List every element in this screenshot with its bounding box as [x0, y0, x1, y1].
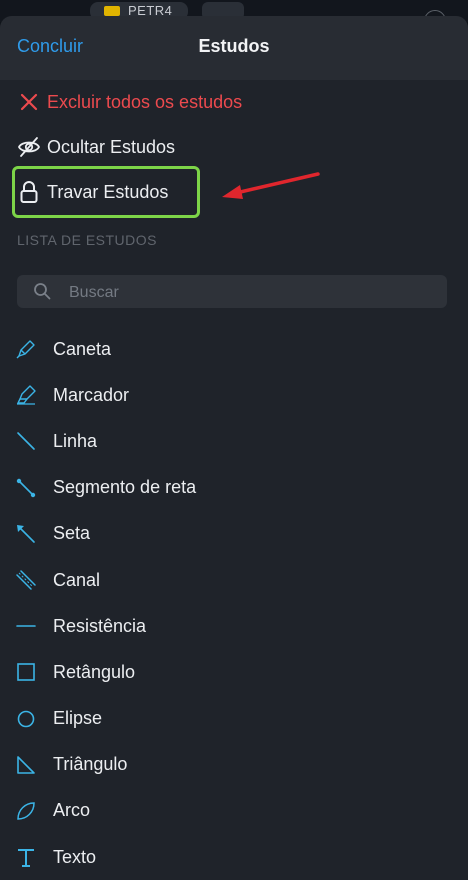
sheet-header: Concluir Estudos: [0, 16, 468, 80]
segment-icon: [16, 478, 36, 497]
tool-label: Marcador: [53, 384, 130, 405]
search-bar[interactable]: [17, 275, 447, 310]
triangle-icon: [17, 755, 35, 774]
studies-list-heading: LISTA DE ESTUDOS: [17, 232, 157, 248]
tool-label: Texto: [53, 846, 97, 867]
marker-icon: [16, 385, 36, 405]
tool-arrow[interactable]: Seta: [0, 511, 468, 557]
tool-channel[interactable]: Canal: [0, 557, 468, 603]
tool-label: Resistência: [53, 615, 147, 636]
text-icon: [18, 849, 34, 868]
pen-icon: [16, 340, 35, 359]
tool-label: Caneta: [53, 338, 112, 359]
delete-all-studies-label: Excluir todos os estudos: [47, 91, 243, 112]
hide-studies-button[interactable]: Ocultar Estudos: [17, 131, 175, 163]
ellipse-icon: [17, 710, 35, 727]
eye-off-icon: [17, 135, 41, 159]
highlight-annotation: [12, 166, 200, 218]
tool-arc[interactable]: Arco: [0, 788, 468, 834]
delete-all-studies-button[interactable]: Excluir todos os estudos: [17, 86, 242, 118]
arrow-icon: [17, 524, 35, 543]
arc-icon: [17, 802, 35, 820]
rectangle-icon: [17, 663, 35, 682]
tool-segment[interactable]: Segmento de reta: [0, 465, 468, 511]
annotation-arrow-icon: [222, 172, 320, 199]
hide-studies-label: Ocultar Estudos: [47, 136, 176, 157]
tool-label: Arco: [53, 800, 91, 821]
search-input[interactable]: [67, 275, 441, 310]
resistance-icon: [16, 625, 36, 628]
sheet-title: Estudos: [198, 36, 270, 56]
tool-label: Segmento de reta: [53, 477, 197, 498]
tool-label: Seta: [53, 523, 91, 544]
tool-ellipse[interactable]: Elipse: [0, 696, 468, 742]
tool-rectangle[interactable]: Retângulo: [0, 649, 468, 695]
tool-line[interactable]: Linha: [0, 418, 468, 464]
tool-label: Triângulo: [53, 754, 128, 775]
line-icon: [17, 432, 35, 451]
tool-label: Canal: [53, 569, 101, 590]
search-icon: [34, 283, 51, 300]
tool-label: Retângulo: [53, 661, 136, 682]
tool-triangle[interactable]: Triângulo: [0, 742, 468, 788]
close-icon: [17, 90, 41, 114]
studies-list: Caneta Marcador Linha Segmento de reta S…: [0, 326, 468, 880]
tool-label: Linha: [53, 430, 98, 451]
studies-sheet: Concluir Estudos Excluir todos os estudo…: [0, 16, 468, 880]
tool-resistance[interactable]: Resistência: [0, 603, 468, 649]
tool-pen[interactable]: Caneta: [0, 326, 468, 372]
channel-icon: [16, 570, 36, 590]
tool-label: Elipse: [53, 708, 103, 729]
tool-marker[interactable]: Marcador: [0, 372, 468, 418]
ticker-flag-icon: [104, 6, 120, 16]
tool-text[interactable]: Texto: [0, 834, 468, 880]
